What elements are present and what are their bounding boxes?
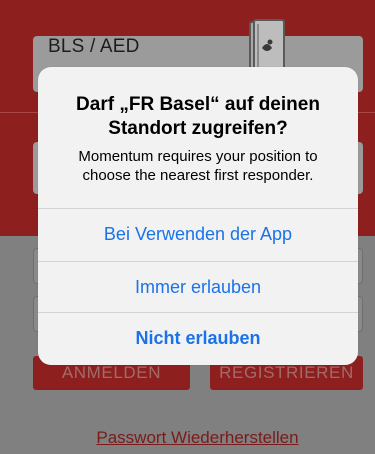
alert-title: Darf „FR Basel“ auf deinen Standort zugr…	[76, 94, 320, 139]
dont-allow-button[interactable]: Nicht erlauben	[38, 313, 358, 364]
course-tile-label: BLS / AED	[48, 36, 140, 57]
location-permission-alert: Darf „FR Basel“ auf deinen Standort zugr…	[38, 67, 358, 365]
always-allow-button[interactable]: Immer erlauben	[38, 262, 358, 313]
allow-while-using-button[interactable]: Bei Verwenden der App	[38, 209, 358, 260]
alert-message: Momentum requires your position to choos…	[78, 148, 318, 184]
forgot-password-link[interactable]: Passwort Wiederherstellen	[0, 428, 375, 448]
